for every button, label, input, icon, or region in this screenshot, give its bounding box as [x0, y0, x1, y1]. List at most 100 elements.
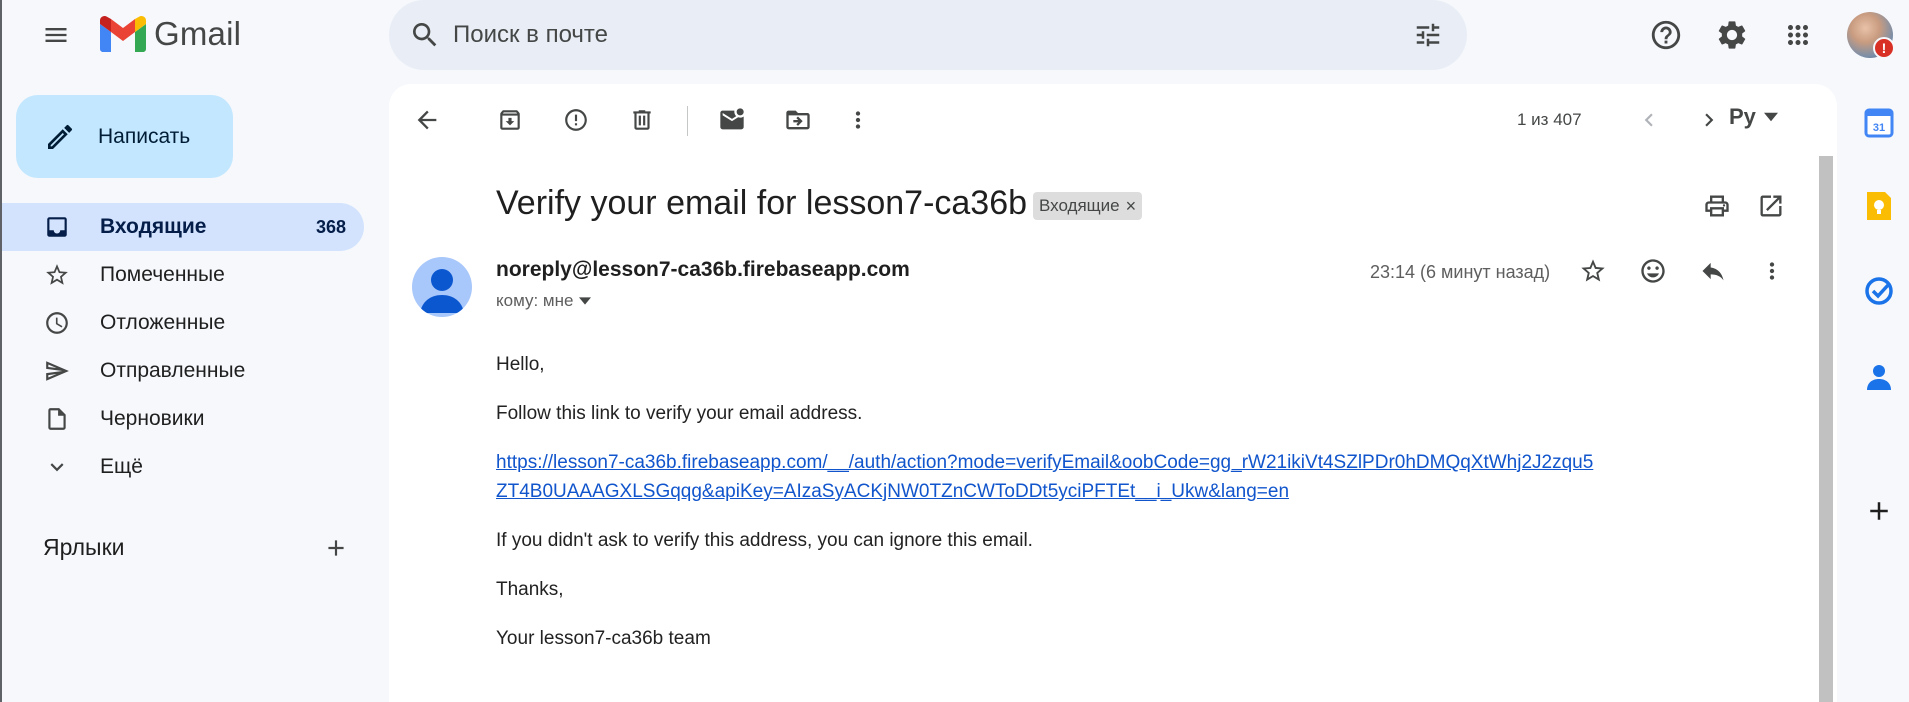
move-folder-icon [786, 110, 810, 130]
more-vert-icon [855, 111, 861, 129]
calendar-app-button[interactable]: 31 [1862, 106, 1896, 140]
inbox-label-chip[interactable]: Входящие × [1033, 192, 1143, 220]
recipient-details[interactable]: кому: мне [496, 291, 592, 311]
emoji-icon [1641, 259, 1665, 283]
account-alert-badge: ! [1873, 37, 1895, 59]
body-greeting: Hello, [496, 354, 545, 375]
contacts-icon [1867, 365, 1891, 390]
clock-icon [46, 312, 68, 334]
star-button[interactable] [1571, 249, 1615, 293]
contacts-app-button[interactable] [1862, 360, 1896, 394]
remove-label-icon[interactable]: × [1126, 196, 1137, 217]
add-reaction-button[interactable] [1631, 249, 1675, 293]
compose-button[interactable]: Написать [16, 95, 233, 178]
reply-button[interactable] [1691, 249, 1735, 293]
trash-icon [633, 110, 651, 130]
calendar-icon: 31 [1864, 108, 1894, 138]
keep-icon [1867, 192, 1891, 220]
sidebar-item-label: Ещё [100, 455, 143, 478]
sidebar-item-starred[interactable]: Помеченные [2, 251, 364, 299]
archive-icon [500, 110, 520, 130]
report-icon [565, 109, 587, 131]
person-icon [420, 269, 464, 313]
verify-email-link[interactable]: https://lesson7-ca36b.firebaseapp.com/__… [496, 448, 1596, 506]
scrollbar[interactable] [1819, 156, 1833, 702]
sidebar-nav: Входящие 368 Помеченные Отложенные Отпра… [2, 203, 364, 491]
open-in-new-icon [1760, 195, 1782, 217]
recipient-text: кому: мне [496, 291, 574, 310]
message-timestamp: 23:14 (6 минут назад) [1370, 262, 1551, 282]
pencil-icon [48, 124, 73, 149]
sidebar-item-sent[interactable]: Отправленные [2, 347, 364, 395]
caret-down-icon [1763, 112, 1778, 122]
plus-icon [328, 540, 344, 556]
search-options-icon[interactable] [1413, 20, 1443, 50]
draft-icon [48, 408, 66, 430]
star-icon [46, 264, 68, 285]
add-label-button[interactable] [320, 532, 352, 564]
pagination-text: 1 из 407 [1517, 110, 1582, 129]
email-subject: Verify your email for lesson7-ca36b [496, 184, 1028, 222]
archive-button[interactable] [490, 100, 530, 140]
back-button[interactable] [407, 100, 447, 140]
labels-section-title: Ярлыки [43, 534, 125, 560]
svg-text:31: 31 [1873, 122, 1885, 134]
help-button[interactable] [1647, 16, 1685, 54]
sidebar-item-inbox[interactable]: Входящие 368 [2, 203, 364, 251]
print-icon [1705, 195, 1729, 217]
more-actions-button[interactable] [838, 100, 878, 140]
delete-button[interactable] [622, 100, 662, 140]
language-label: Ру [1729, 104, 1756, 129]
body-paragraph-1: Follow this link to verify your email ad… [496, 403, 863, 424]
top-bar: Gmail ! [2, 0, 1909, 70]
reply-icon [1702, 262, 1724, 281]
inbox-icon [47, 217, 67, 237]
settings-button[interactable] [1713, 16, 1751, 54]
sender-avatar[interactable] [412, 257, 472, 317]
compose-label: Написать [98, 124, 191, 148]
apps-grid-icon [1788, 25, 1808, 45]
sender-address[interactable]: noreply@lesson7-ca36b.firebaseapp.com [496, 258, 910, 282]
gmail-m-icon [100, 16, 146, 52]
unread-count: 368 [315, 216, 346, 237]
keep-app-button[interactable] [1862, 189, 1896, 223]
chevron-left-icon [1644, 113, 1653, 127]
arrow-back-icon [417, 110, 437, 130]
search-bar[interactable] [389, 0, 1467, 70]
send-icon [46, 361, 69, 381]
open-new-window-button[interactable] [1751, 186, 1791, 226]
input-language-selector[interactable]: Ру [1729, 104, 1778, 130]
message-more-button[interactable] [1750, 249, 1794, 293]
report-spam-button[interactable] [556, 100, 596, 140]
print-all-button[interactable] [1697, 186, 1737, 226]
gear-icon [1718, 21, 1746, 49]
mark-unread-button[interactable] [712, 100, 752, 140]
body-signature: Your lesson7-ca36b team [496, 628, 711, 649]
sidebar-item-label: Помеченные [100, 263, 225, 286]
more-vert-icon [1769, 262, 1775, 280]
main-menu-button[interactable] [38, 17, 74, 53]
message-view: 1 из 407 Ру Verify your email for lesson… [389, 84, 1837, 702]
sidebar-item-drafts[interactable]: Черновики [2, 395, 364, 443]
body-paragraph-2: If you didn't ask to verify this address… [496, 530, 1033, 551]
body-thanks: Thanks, [496, 579, 564, 600]
sidebar-item-more[interactable]: Ещё [2, 443, 364, 491]
get-addons-button[interactable] [1862, 494, 1896, 528]
gmail-logo[interactable]: Gmail [100, 15, 241, 53]
caret-down-icon [579, 297, 592, 305]
tasks-app-button[interactable] [1862, 274, 1896, 308]
toolbar-divider [687, 106, 688, 136]
gmail-logo-text: Gmail [154, 15, 242, 52]
search-icon[interactable] [409, 19, 441, 51]
add-icon [1870, 502, 1888, 520]
move-to-button[interactable] [778, 100, 818, 140]
search-input[interactable] [453, 18, 1353, 52]
older-button[interactable] [1689, 100, 1729, 140]
tasks-icon [1865, 277, 1893, 305]
sidebar-item-snoozed[interactable]: Отложенные [2, 299, 364, 347]
sidebar-item-label: Входящие [100, 215, 207, 238]
google-apps-button[interactable] [1779, 16, 1817, 54]
chevron-right-icon [1705, 113, 1714, 127]
help-icon [1651, 20, 1681, 50]
newer-button[interactable] [1629, 100, 1669, 140]
